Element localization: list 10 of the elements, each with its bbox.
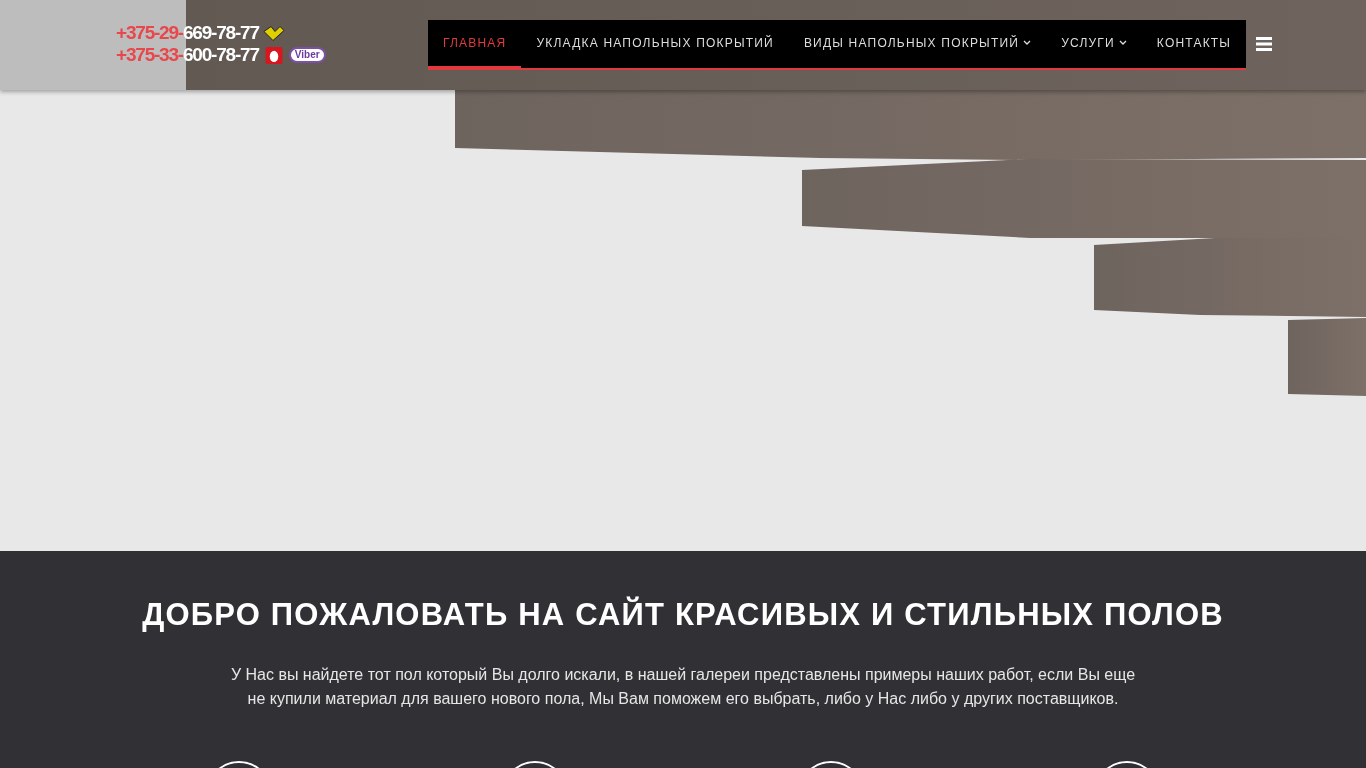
menu-item[interactable]: КОНТАКТЫ — [1141, 20, 1247, 70]
menu-item[interactable]: ВИДЫ НАПОЛЬНЫХ ПОКРЫТИЙ — [788, 20, 1047, 70]
menu-item[interactable]: УКЛАДКА НАПОЛЬНЫХ ПОКРЫТИЙ — [521, 20, 789, 70]
welcome-text: У Нас вы найдете тот пол который Вы долго искали, в нашей галереи представлены примеры наших работ, если Вы еще не купили материал для вашего нового пола, Мы Вам поможем его выбрать, либо у Нас либо у других поставщиков. — [229, 665, 1137, 709]
menu-item[interactable]: УСЛУГИ — [1046, 20, 1142, 70]
operator-logo-icon — [262, 24, 285, 42]
welcome-heading: ДОБРО ПОЖАЛОВАТЬ НА САЙТ КРАСИВЫХ И СТИЛЬНЫХ ПОЛОВ — [142, 597, 1224, 633]
menu-icon[interactable] — [1256, 37, 1273, 51]
viber-badge: Viber — [288, 47, 326, 63]
menu-item[interactable]: ГЛАВНАЯ — [428, 20, 522, 70]
